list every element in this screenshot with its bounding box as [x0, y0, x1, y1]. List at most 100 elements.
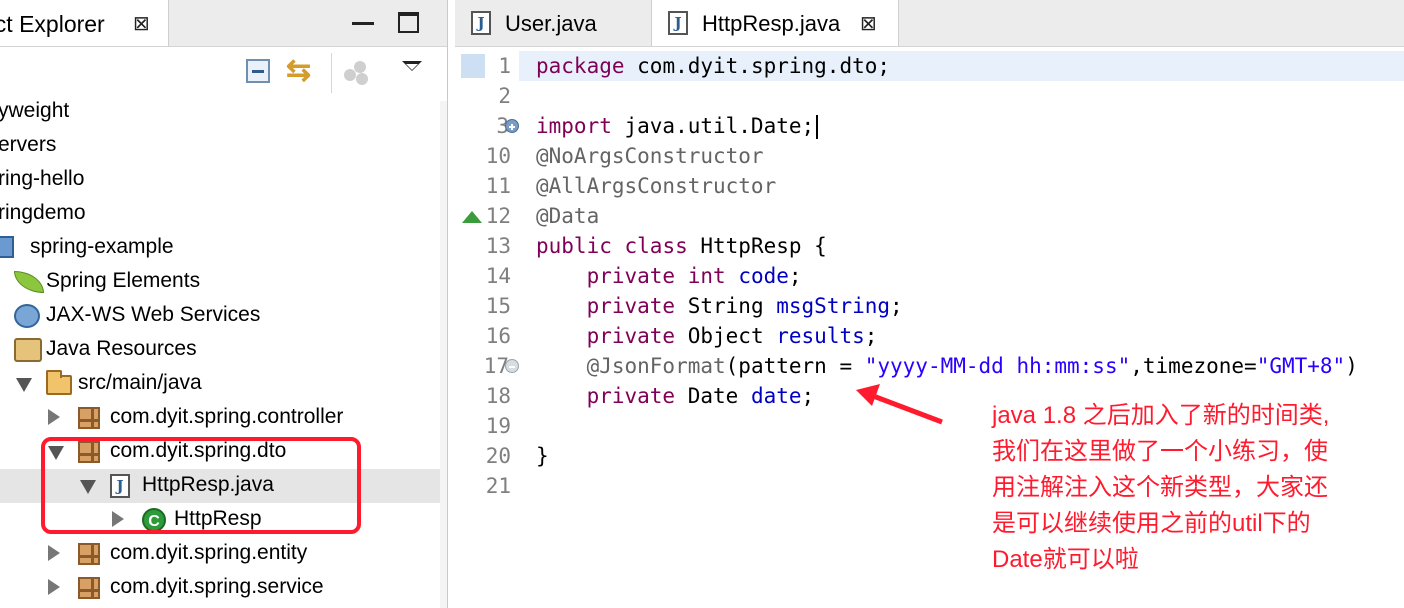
- tree-item-label: JAX-WS Web Services: [46, 303, 261, 326]
- line-number: 11: [485, 174, 511, 198]
- minimize-icon[interactable]: [352, 22, 374, 25]
- tab-user-java[interactable]: J User.java: [455, 0, 650, 46]
- code-token: date: [750, 384, 802, 408]
- tree-item-label: Spring Elements: [46, 269, 201, 292]
- tree-item-label: spring-example: [30, 235, 174, 258]
- link-with-editor-icon[interactable]: ⇆: [286, 53, 311, 88]
- code-line[interactable]: package com.dyit.spring.dto;: [519, 51, 1404, 81]
- tree-item-label: com.dyit.spring.entity: [110, 541, 308, 564]
- line-number: 18: [485, 384, 511, 408]
- code-line[interactable]: private Object results;: [519, 321, 1404, 351]
- collapse-fold-icon[interactable]: [505, 359, 519, 373]
- code-token: String: [675, 294, 777, 318]
- collapse-all-icon[interactable]: [246, 59, 270, 83]
- code-line[interactable]: private int code;: [519, 261, 1404, 291]
- code-token: ,timezone=: [1130, 354, 1257, 378]
- code-token: "yyyy-MM-dd hh:mm:ss": [864, 354, 1131, 378]
- chevron-right-icon[interactable]: [48, 545, 60, 561]
- code-line[interactable]: @NoArgsConstructor: [519, 141, 1404, 171]
- highlight-box: [41, 437, 361, 534]
- explorer-toolbar: ⇆: [0, 47, 447, 101]
- code-token: @JsonFormat: [586, 354, 726, 378]
- code-token: @AllArgsConstructor: [536, 174, 777, 198]
- code-line[interactable]: @AllArgsConstructor: [519, 171, 1404, 201]
- code-line[interactable]: import java.util.Date;: [519, 111, 1404, 141]
- tree-item[interactable]: com.dyit.spring.entity: [0, 537, 447, 571]
- line-number: 21: [485, 474, 511, 498]
- code-token: java.util.Date;: [611, 114, 815, 138]
- code-token: }: [536, 444, 549, 468]
- package-icon: [78, 407, 100, 429]
- line-number: 15: [485, 294, 511, 318]
- tree-item[interactable]: ringdemo: [0, 197, 447, 231]
- code-line[interactable]: public class HttpResp {: [519, 231, 1404, 261]
- tab-label: HttpResp.java: [702, 11, 841, 36]
- current-line-marker: [461, 54, 485, 78]
- code-token: class: [624, 234, 688, 258]
- expand-fold-icon[interactable]: [505, 119, 519, 133]
- tree-item-label: Java Resources: [46, 337, 197, 360]
- code-token: private: [586, 264, 676, 288]
- code-token: private: [586, 294, 676, 318]
- scrollbar[interactable]: [440, 101, 447, 608]
- code-token: code: [738, 264, 789, 288]
- code-token: results: [776, 324, 865, 348]
- close-icon[interactable]: ⊠: [860, 11, 877, 36]
- code-line[interactable]: [519, 81, 1404, 111]
- tree-item-label: src/main/java: [78, 371, 202, 394]
- close-icon[interactable]: ⊠: [133, 11, 150, 36]
- maximize-icon[interactable]: [398, 12, 419, 33]
- line-number: 20: [485, 444, 511, 468]
- tree-item-label: ervers: [0, 133, 57, 156]
- tree-item-label: com.dyit.spring.service: [110, 575, 324, 598]
- tree-item[interactable]: spring-example: [0, 231, 447, 265]
- tab-label: ect Explorer: [0, 11, 105, 37]
- chevron-down-icon[interactable]: [16, 378, 32, 392]
- tree-item[interactable]: JAX-WS Web Services: [0, 299, 447, 333]
- tree-item[interactable]: src/main/java: [0, 367, 447, 401]
- line-number: 19: [485, 414, 511, 438]
- java-file-icon: J: [471, 11, 491, 35]
- chevron-right-icon[interactable]: [48, 409, 60, 425]
- code-token: ): [1345, 354, 1358, 378]
- tree-item[interactable]: Spring Elements: [0, 265, 447, 299]
- source-folder-icon: [46, 370, 72, 395]
- code-line[interactable]: @JsonFormat(pattern = "yyyy-MM-dd hh:mm:…: [519, 351, 1404, 381]
- code-token: ;: [801, 384, 815, 408]
- tree-item[interactable]: ring-hello: [0, 163, 447, 197]
- override-marker-icon: [462, 211, 482, 223]
- tab-label: User.java: [505, 11, 597, 36]
- spring-leaf-icon: [14, 271, 44, 293]
- package-icon: [78, 543, 100, 565]
- tree-item[interactable]: Java Resources: [0, 333, 447, 367]
- code-line[interactable]: private String msgString;: [519, 291, 1404, 321]
- code-token: ;: [864, 324, 878, 348]
- tree-item[interactable]: com.dyit.spring.service: [0, 571, 447, 605]
- code-line[interactable]: @Data: [519, 201, 1404, 231]
- tree-item-label: ring-hello: [0, 167, 85, 190]
- code-token: Object: [675, 324, 777, 348]
- chevron-right-icon[interactable]: [48, 579, 60, 595]
- tree-item[interactable]: yweight: [0, 95, 447, 129]
- package-icon: [78, 577, 100, 599]
- code-token: private: [586, 384, 676, 408]
- line-number: 1: [498, 54, 511, 78]
- view-menu-icon[interactable]: [402, 61, 422, 71]
- tree-item[interactable]: com.dyit.spring.controller: [0, 401, 447, 435]
- tree-item[interactable]: ervers: [0, 129, 447, 163]
- java-file-icon: J: [668, 11, 688, 35]
- tab-httpresp-java[interactable]: J HttpResp.java ⊠: [651, 0, 899, 46]
- code-token: "GMT+8": [1256, 354, 1346, 378]
- tab-project-explorer[interactable]: ect Explorer ⊠: [0, 0, 169, 46]
- tree-item-label: com.dyit.spring.controller: [110, 405, 344, 428]
- spring-beans-icon[interactable]: [344, 61, 372, 87]
- line-number: 10: [485, 144, 511, 168]
- callout-line: Date就可以啦: [992, 546, 1139, 573]
